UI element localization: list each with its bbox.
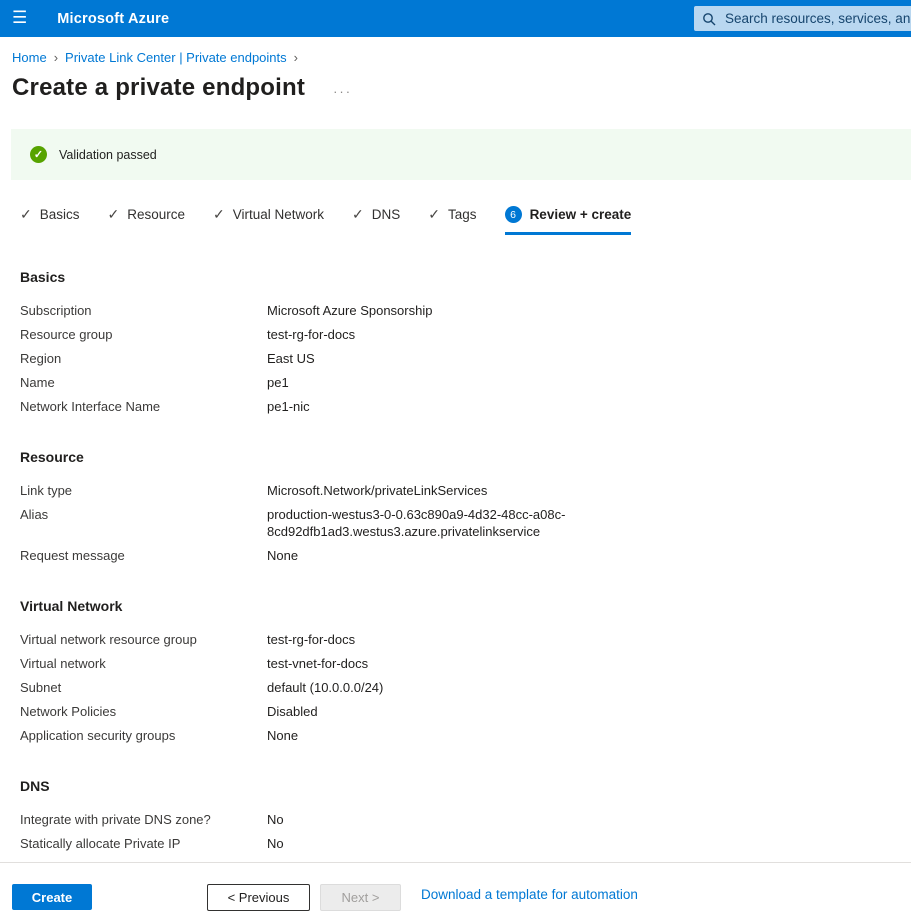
row-value: Disabled (267, 703, 575, 720)
step-number-badge: 6 (505, 206, 522, 223)
row-label: Virtual network (20, 655, 267, 672)
tab-resource[interactable]: ✓ Resource (108, 206, 186, 235)
tab-tags[interactable]: ✓ Tags (428, 206, 476, 235)
section-title: Resource (20, 449, 911, 465)
breadcrumb-link-home[interactable]: Home (12, 50, 47, 65)
review-row: Region East US (20, 350, 911, 367)
row-label: Alias (20, 506, 267, 540)
row-value: test-vnet-for-docs (267, 655, 575, 672)
search-input[interactable] (723, 10, 911, 27)
review-row: Application security groups None (20, 727, 911, 744)
checkmark-icon: ✓ (20, 206, 32, 223)
section-dns: DNS Integrate with private DNS zone? No … (20, 778, 911, 852)
row-value: pe1-nic (267, 398, 575, 415)
row-label: Application security groups (20, 727, 267, 744)
review-sections: Basics Subscription Microsoft Azure Spon… (20, 269, 911, 852)
tab-basics[interactable]: ✓ Basics (20, 206, 80, 235)
row-value: East US (267, 350, 575, 367)
tab-dns[interactable]: ✓ DNS (352, 206, 400, 235)
row-value: production-westus3-0-0.63c890a9-4d32-48c… (267, 506, 575, 540)
download-template-link[interactable]: Download a template for automation (421, 887, 638, 902)
checkmark-icon: ✓ (108, 206, 120, 223)
review-row: Resource group test-rg-for-docs (20, 326, 911, 343)
row-value: No (267, 811, 575, 828)
azure-top-bar: ☰ Microsoft Azure (0, 0, 911, 37)
row-label: Link type (20, 482, 267, 499)
section-title: Virtual Network (20, 598, 911, 614)
tab-label: Review + create (530, 207, 632, 222)
wizard-footer: Create < Previous Next > Download a temp… (0, 862, 911, 919)
more-actions-button[interactable]: ··· (327, 76, 358, 100)
review-row: Virtual network resource group test-rg-f… (20, 631, 911, 648)
row-label: Integrate with private DNS zone? (20, 811, 267, 828)
review-row: Subscription Microsoft Azure Sponsorship (20, 302, 911, 319)
validation-message: Validation passed (59, 148, 157, 162)
row-label: Subnet (20, 679, 267, 696)
row-value: test-rg-for-docs (267, 326, 575, 343)
row-label: Request message (20, 547, 267, 564)
page-title: Create a private endpoint (12, 74, 305, 102)
row-value: pe1 (267, 374, 575, 391)
review-row: Request message None (20, 547, 911, 564)
row-label: Statically allocate Private IP (20, 835, 267, 852)
section-resource: Resource Link type Microsoft.Network/pri… (20, 449, 911, 564)
review-row: Network Interface Name pe1-nic (20, 398, 911, 415)
review-row: Statically allocate Private IP No (20, 835, 911, 852)
success-check-icon: ✓ (30, 146, 47, 163)
search-icon (702, 12, 716, 26)
review-row: Integrate with private DNS zone? No (20, 811, 911, 828)
tab-virtual-network[interactable]: ✓ Virtual Network (213, 206, 324, 235)
chevron-right-icon: › (294, 50, 298, 65)
row-value: default (10.0.0.0/24) (267, 679, 575, 696)
row-value: Microsoft.Network/privateLinkServices (267, 482, 575, 499)
previous-button[interactable]: < Previous (207, 884, 310, 911)
row-label: Virtual network resource group (20, 631, 267, 648)
review-row: Link type Microsoft.Network/privateLinkS… (20, 482, 911, 499)
checkmark-icon: ✓ (428, 206, 440, 223)
next-button[interactable]: Next > (320, 884, 401, 911)
review-row: Subnet default (10.0.0.0/24) (20, 679, 911, 696)
tab-label: Resource (127, 207, 185, 222)
app-title[interactable]: Microsoft Azure (57, 11, 169, 27)
hamburger-icon[interactable]: ☰ (0, 10, 27, 27)
checkmark-icon: ✓ (213, 206, 225, 223)
validation-banner: ✓ Validation passed (11, 129, 911, 180)
review-row: Network Policies Disabled (20, 703, 911, 720)
wizard-tabs: ✓ Basics ✓ Resource ✓ Virtual Network ✓ … (20, 206, 911, 235)
section-basics: Basics Subscription Microsoft Azure Spon… (20, 269, 911, 415)
row-value: test-rg-for-docs (267, 631, 575, 648)
row-label: Name (20, 374, 267, 391)
review-row: Alias production-westus3-0-0.63c890a9-4d… (20, 506, 911, 540)
chevron-right-icon: › (54, 50, 58, 65)
row-label: Region (20, 350, 267, 367)
tab-review-create[interactable]: 6 Review + create (505, 206, 632, 235)
global-search[interactable] (694, 6, 911, 31)
row-value: Microsoft Azure Sponsorship (267, 302, 575, 319)
review-row: Virtual network test-vnet-for-docs (20, 655, 911, 672)
review-row: Name pe1 (20, 374, 911, 391)
section-title: DNS (20, 778, 911, 794)
breadcrumb: Home › Private Link Center | Private end… (12, 50, 911, 65)
row-value: No (267, 835, 575, 852)
row-label: Resource group (20, 326, 267, 343)
checkmark-icon: ✓ (352, 206, 364, 223)
row-value: None (267, 547, 575, 564)
section-title: Basics (20, 269, 911, 285)
tab-label: DNS (372, 207, 401, 222)
tab-label: Virtual Network (233, 207, 324, 222)
tab-label: Basics (40, 207, 80, 222)
tab-label: Tags (448, 207, 477, 222)
section-virtual-network: Virtual Network Virtual network resource… (20, 598, 911, 744)
row-label: Network Interface Name (20, 398, 267, 415)
breadcrumb-link-private-link-center[interactable]: Private Link Center | Private endpoints (65, 50, 287, 65)
title-row: Create a private endpoint ··· (12, 74, 911, 102)
row-label: Subscription (20, 302, 267, 319)
create-button[interactable]: Create (12, 884, 92, 910)
row-value: None (267, 727, 575, 744)
row-label: Network Policies (20, 703, 267, 720)
